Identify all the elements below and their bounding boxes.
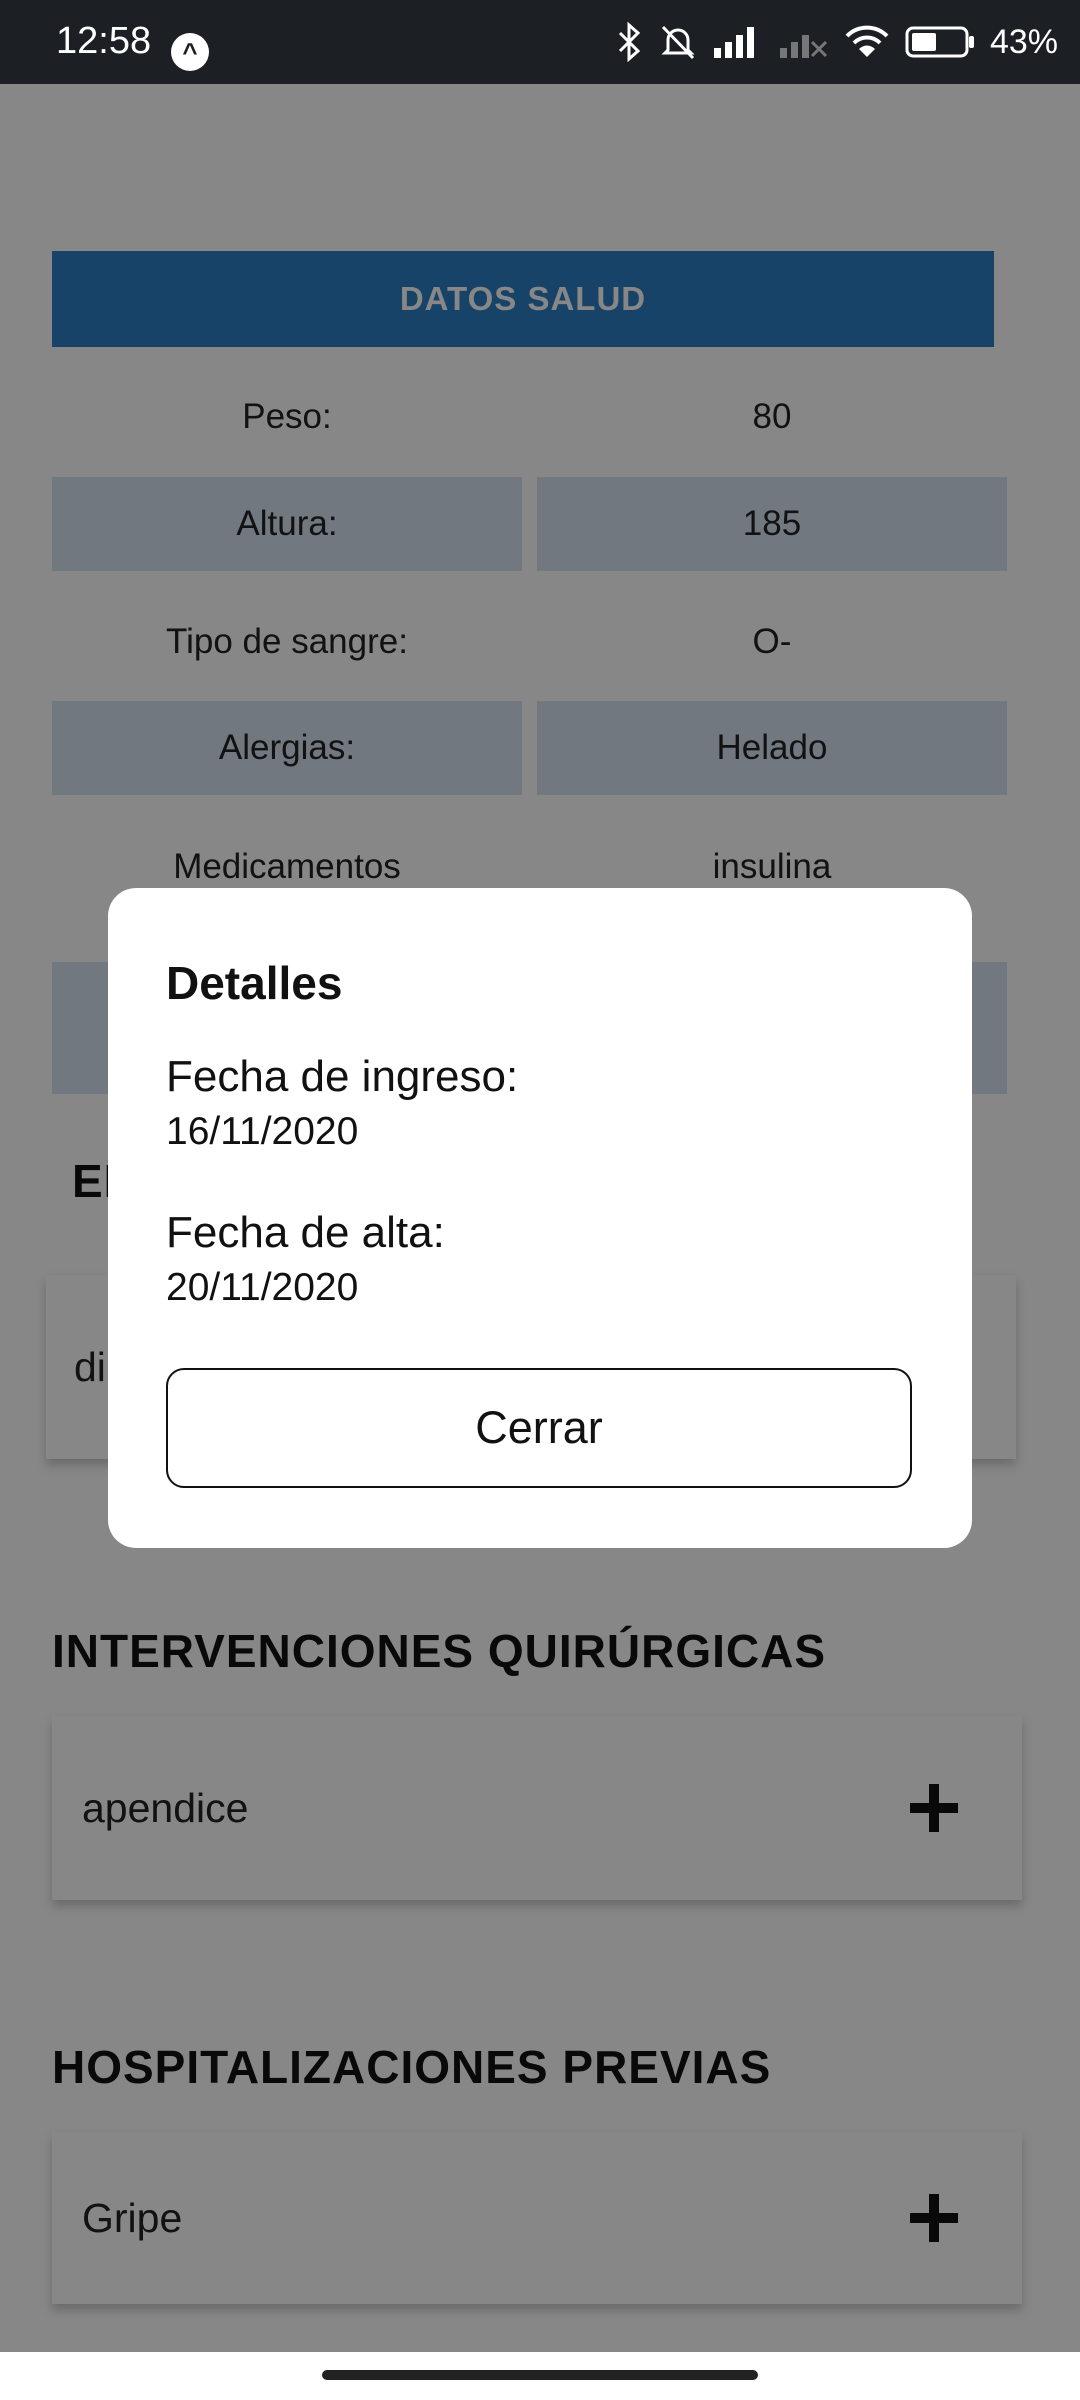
- signal-no-service-icon: [779, 35, 827, 58]
- discharge-date-label: Fecha de alta:: [166, 1208, 445, 1257]
- battery-percent: 43%: [989, 22, 1058, 61]
- close-button[interactable]: Cerrar: [166, 1368, 912, 1488]
- discharge-date-value: 20/11/2020: [166, 1266, 359, 1309]
- app-notification-icon: ^: [171, 33, 209, 71]
- home-gesture-handle[interactable]: [322, 2370, 758, 2380]
- bell-off-icon: [661, 25, 695, 60]
- battery-icon: [905, 26, 974, 58]
- bluetooth-icon: [618, 22, 641, 62]
- navigation-bar: [0, 2352, 1080, 2400]
- dialog-title: Detalles: [166, 957, 343, 1009]
- status-icons: 43%: [614, 22, 1058, 62]
- signal-icon: [713, 27, 754, 58]
- admission-date-value: 16/11/2020: [166, 1110, 359, 1153]
- admission-date-label: Fecha de ingreso:: [166, 1052, 519, 1101]
- status-time: 12:58: [56, 20, 152, 62]
- status-bar: 12:58 ^ 43%: [0, 0, 1080, 84]
- details-dialog: Detalles Fecha de ingreso: 16/11/2020 Fe…: [108, 888, 972, 1548]
- wifi-icon: [845, 25, 889, 57]
